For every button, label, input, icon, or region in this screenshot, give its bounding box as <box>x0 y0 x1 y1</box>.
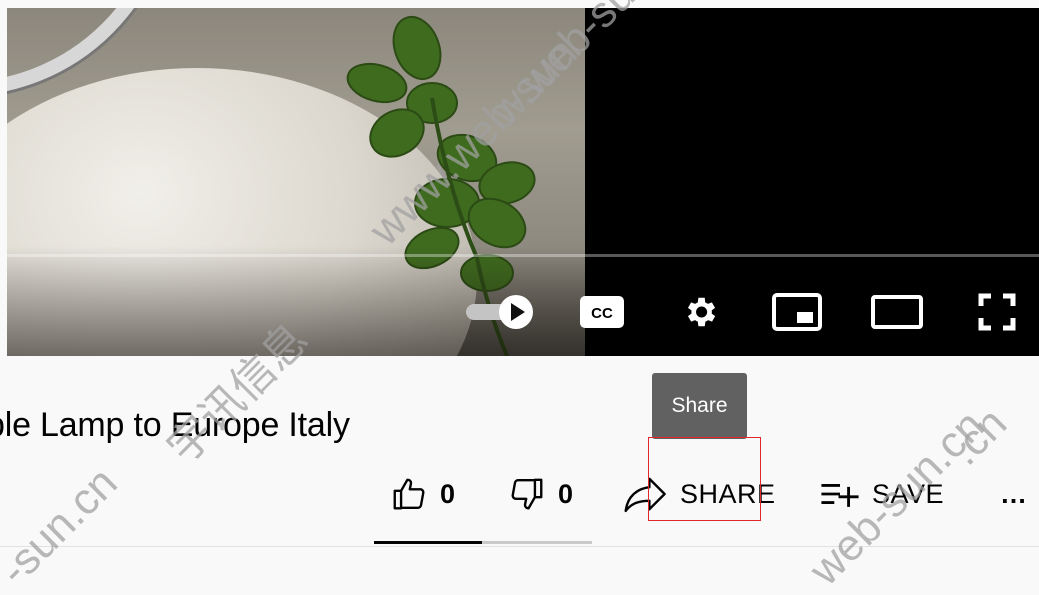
video-title-text: ble Lamp to Europe Italy <box>0 406 350 444</box>
gear-icon <box>687 297 716 327</box>
miniplayer-icon <box>772 293 822 331</box>
theater-mode-icon <box>871 295 923 329</box>
autoplay-icon <box>465 295 533 329</box>
player-controls: CC <box>7 282 1039 342</box>
video-player[interactable]: CC <box>7 8 1039 356</box>
autoplay-toggle[interactable] <box>462 282 537 342</box>
share-tooltip: Share <box>652 373 747 439</box>
theater-button[interactable] <box>862 282 932 342</box>
video-actions: 0 0 SHARE SAVE … <box>0 466 1039 522</box>
fullscreen-button[interactable] <box>972 282 1022 342</box>
share-label: SHARE <box>680 478 776 509</box>
save-label: SAVE <box>872 478 945 509</box>
save-button[interactable]: SAVE <box>820 466 944 522</box>
thumbs-up-icon <box>393 478 425 510</box>
sentiment-bar-rest <box>482 541 592 544</box>
thumbs-down-icon <box>511 478 543 510</box>
share-button[interactable]: SHARE <box>624 466 776 522</box>
watermark: .cn <box>940 398 1017 475</box>
subtitles-button[interactable]: CC <box>577 282 627 342</box>
progress-bar[interactable] <box>7 254 1039 257</box>
fullscreen-icon <box>978 293 1016 331</box>
settings-button[interactable] <box>675 282 725 342</box>
cc-icon: CC <box>580 296 624 328</box>
like-count: 0 <box>440 478 456 509</box>
dislike-button[interactable]: 0 <box>508 466 573 522</box>
video-title: ble Lamp to Europe Italy <box>0 400 620 450</box>
more-icon: … <box>1000 478 1028 509</box>
divider <box>0 546 1039 547</box>
dislike-count: 0 <box>558 478 574 509</box>
more-actions-button[interactable]: … <box>1000 466 1027 522</box>
svg-text:CC: CC <box>591 305 613 322</box>
sentiment-bar-like <box>374 541 482 544</box>
playlist-add-icon <box>821 484 859 507</box>
share-icon <box>624 477 666 513</box>
like-button[interactable]: 0 <box>390 466 455 522</box>
tooltip-text: Share <box>671 394 728 417</box>
miniplayer-button[interactable] <box>767 282 827 342</box>
